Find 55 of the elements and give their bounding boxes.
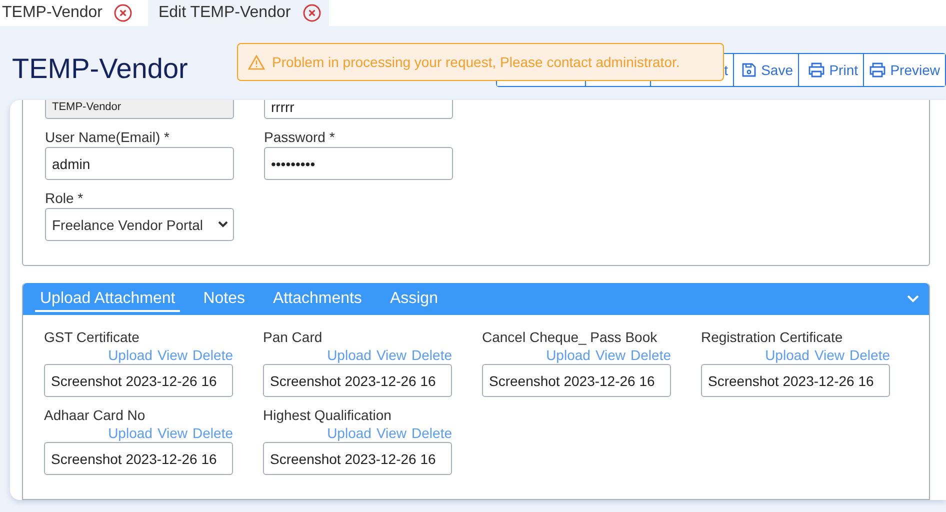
action-link[interactable]: Delete <box>412 425 452 441</box>
tab-label[interactable]: Edit TEMP-Vendor <box>158 4 291 22</box>
action-link[interactable]: Delete <box>850 347 890 363</box>
action-link[interactable]: Delete <box>192 347 233 363</box>
action-link[interactable]: Upload <box>108 347 152 363</box>
text-field[interactable]: rrrrr <box>264 100 453 119</box>
file-field[interactable]: Screenshot 2023-12-26 16 <box>44 364 233 397</box>
warning-icon <box>248 54 265 70</box>
file-field[interactable]: Screenshot 2023-12-26 16 <box>263 442 452 475</box>
field-label: Cancel Cheque_ Pass Book <box>482 329 658 345</box>
panel-tab[interactable]: Upload Attachment <box>35 286 180 312</box>
action-link[interactable]: Upload <box>327 425 372 441</box>
field-label: User Name(Email) * <box>45 129 170 145</box>
action-link[interactable]: Upload <box>327 347 372 363</box>
role-select[interactable]: Freelance Vendor Portal <box>45 208 234 241</box>
panel-tab[interactable]: Attachments <box>268 286 367 312</box>
save-icon <box>741 62 758 78</box>
action-link[interactable]: Upload <box>765 347 810 363</box>
printer-icon <box>869 62 886 78</box>
action-link[interactable]: View <box>814 347 845 363</box>
input-field[interactable]: admin <box>45 147 234 180</box>
panel-tab[interactable]: Assign <box>384 286 443 312</box>
file-field[interactable]: Screenshot 2023-12-26 16 <box>701 364 890 397</box>
action-link[interactable]: Delete <box>412 347 452 363</box>
action-link[interactable]: Delete <box>192 425 233 441</box>
file-field[interactable]: Screenshot 2023-12-26 16 <box>263 364 452 397</box>
chevron-down-icon[interactable] <box>907 295 919 303</box>
field-label: Highest Qualification <box>263 407 392 423</box>
close-icon[interactable] <box>302 4 321 22</box>
file-field[interactable]: Screenshot 2023-12-26 16 <box>44 442 233 475</box>
action-link[interactable]: Delete <box>630 347 671 363</box>
printer-icon <box>808 62 826 78</box>
field-label: Password * <box>264 129 336 145</box>
action-link[interactable]: Upload <box>546 347 590 363</box>
action-link[interactable]: Upload <box>108 425 152 441</box>
field-label: Adhaar Card No <box>44 407 146 423</box>
chevron-down-icon <box>218 221 228 228</box>
page-tab[interactable]: Edit TEMP-Vendor <box>148 0 329 26</box>
input-field[interactable]: ••••••••• <box>264 147 453 180</box>
field-label: Registration Certificate <box>701 329 844 345</box>
field-label: Pan Card <box>263 329 324 345</box>
panel-tab[interactable]: Notes <box>198 286 250 312</box>
field-label: Role * <box>45 190 84 206</box>
page-title: TEMP-Vendor <box>12 53 188 85</box>
action-link[interactable]: View <box>595 347 626 363</box>
action-link[interactable]: View <box>376 425 407 441</box>
file-field[interactable]: Screenshot 2023-12-26 16 <box>482 364 671 397</box>
field-label: GST Certificate <box>44 329 140 345</box>
toolbar-button[interactable]: Preview <box>863 54 945 86</box>
action-link[interactable]: View <box>157 347 188 363</box>
action-link[interactable]: View <box>376 347 407 363</box>
action-link[interactable]: View <box>157 425 188 441</box>
close-icon[interactable] <box>114 4 132 22</box>
alert-message: Problem in processing your request, Please contact administrator. <box>272 54 680 70</box>
tab-label[interactable]: TEMP-Vendor <box>2 4 102 22</box>
